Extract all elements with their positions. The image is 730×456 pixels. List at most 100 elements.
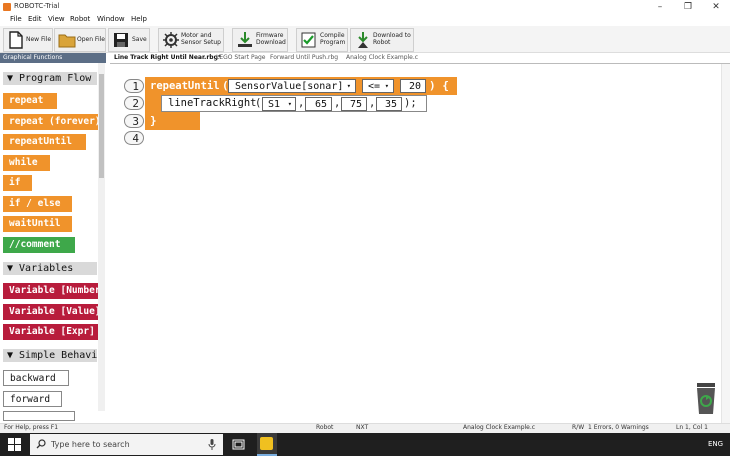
download-label-2: Robot — [373, 39, 391, 46]
trash-bin-icon[interactable] — [694, 383, 718, 415]
line-number: 3 — [124, 114, 144, 128]
line-number: 2 — [124, 96, 144, 110]
download-label-1: Download to — [373, 32, 411, 39]
task-view-icon[interactable] — [232, 438, 245, 451]
menu-help[interactable]: Help — [131, 15, 147, 23]
new-file-button[interactable]: New File — [3, 28, 53, 52]
func-close: ); — [404, 97, 417, 109]
block-if[interactable]: if — [3, 175, 32, 191]
minimize-button[interactable]: – — [646, 0, 674, 14]
operator-text: <= — [368, 81, 381, 92]
block-variable-expression[interactable]: Variable [Expr] — [3, 324, 98, 340]
block-if-else[interactable]: if / else — [3, 196, 72, 212]
firmware-download-button[interactable]: Firmware Download — [232, 28, 288, 52]
gear-icon — [163, 32, 179, 48]
speed-input-2[interactable]: 75 — [341, 97, 367, 111]
download-chip-icon — [238, 32, 252, 47]
port-dropdown[interactable]: S1 ▾ — [262, 97, 296, 111]
comma: , — [334, 97, 341, 109]
func-open-paren: ( — [255, 97, 262, 109]
chevron-down-icon: ▾ — [384, 82, 389, 90]
new-file-icon — [9, 31, 23, 49]
status-position: Ln 1, Col 1 — [676, 424, 708, 431]
port-text: S1 — [268, 99, 281, 110]
block-comment[interactable]: //comment — [3, 237, 75, 253]
motor-sensor-setup-button[interactable]: Motor and Sensor Setup — [158, 28, 224, 52]
menu-window[interactable]: Window — [97, 15, 125, 23]
category-simple-behaviors[interactable]: ▼ Simple Behavi — [3, 349, 97, 362]
block-while[interactable]: while — [3, 155, 50, 171]
block-variable-value[interactable]: Variable [Value] — [3, 304, 98, 320]
save-button[interactable]: Save — [108, 28, 150, 52]
threshold-input[interactable]: 20 — [400, 79, 426, 93]
tab-line-track-right[interactable]: Line Track Right Until Near.rbg* — [114, 54, 221, 61]
category-variables[interactable]: ▼ Variables — [3, 262, 97, 275]
motor-setup-label-2: Sensor Setup — [181, 39, 221, 46]
open-file-button[interactable]: Open File — [54, 28, 106, 52]
chevron-down-icon: ▾ — [287, 100, 292, 108]
search-placeholder: Type here to search — [51, 440, 130, 449]
status-platform: NXT — [356, 424, 369, 431]
status-file: Analog Clock Example.c — [463, 424, 536, 431]
download-to-robot-button[interactable]: Download to Robot — [350, 28, 414, 52]
editor-scrollbar[interactable] — [721, 64, 730, 423]
windows-start-icon[interactable] — [8, 438, 21, 451]
firmware-label-1: Firmware — [256, 32, 284, 39]
robotc-app-icon — [260, 437, 273, 450]
title-bar — [0, 0, 730, 14]
app-logo-icon — [3, 3, 11, 11]
category-program-flow[interactable]: ▼ Program Flow — [3, 72, 97, 85]
microphone-icon[interactable] — [208, 439, 216, 450]
block-variable-number[interactable]: Variable [Number] — [3, 283, 98, 299]
taskbar-app-robotc[interactable] — [257, 433, 277, 456]
maximize-button[interactable]: ❐ — [674, 0, 702, 14]
status-robot: Robot — [316, 424, 334, 431]
status-help: For Help, press F1 — [4, 424, 59, 431]
search-icon — [36, 439, 46, 449]
close-button[interactable]: ✕ — [702, 0, 730, 14]
repeat-until-keyword: repeatUntil — [150, 80, 220, 92]
firmware-label-2: Download — [256, 39, 286, 46]
open-file-label: Open File — [77, 36, 105, 43]
operator-dropdown[interactable]: <= ▾ — [362, 79, 394, 93]
status-errors: 1 Errors, 0 Warnings — [588, 424, 649, 431]
threshold-input-2[interactable]: 35 — [376, 97, 402, 111]
block-backward[interactable]: backward — [3, 370, 69, 386]
code-editor[interactable] — [110, 64, 720, 423]
sensor-value-text: SensorValue[sonar] — [235, 81, 344, 92]
tab-forward-until-push[interactable]: Forward Until Push.rbg — [270, 54, 338, 61]
block-wait-until[interactable]: waitUntil — [3, 216, 72, 232]
checkmark-document-icon — [301, 32, 316, 48]
floppy-disk-icon — [114, 33, 128, 47]
block-repeat[interactable]: repeat — [3, 93, 57, 109]
compile-program-button[interactable]: Compile Program — [296, 28, 348, 52]
tab-analog-clock[interactable]: Analog Clock Example.c — [346, 54, 418, 61]
comma: , — [298, 97, 305, 109]
compile-label-1: Compile — [320, 32, 345, 39]
status-mode: R/W — [572, 424, 585, 431]
menu-view[interactable]: View — [48, 15, 65, 23]
menu-edit[interactable]: Edit — [28, 15, 42, 23]
menu-robot[interactable]: Robot — [70, 15, 90, 23]
block-repeat-forever[interactable]: repeat (forever) — [3, 114, 98, 130]
menu-file[interactable]: File — [10, 15, 22, 23]
save-label: Save — [132, 36, 147, 43]
close-paren-brace: ) { — [429, 79, 449, 92]
block-repeat-until[interactable]: repeatUntil — [3, 134, 86, 150]
compile-label-2: Program — [320, 39, 346, 46]
speed-input-1[interactable]: 65 — [305, 97, 332, 111]
folder-icon — [58, 34, 76, 48]
line-number: 1 — [124, 79, 144, 93]
tab-lego-start-page[interactable]: LEGO Start Page — [216, 54, 266, 61]
panel-scrollbar-thumb[interactable] — [99, 74, 104, 178]
sensor-dropdown[interactable]: SensorValue[sonar] ▾ — [228, 79, 356, 93]
panel-header: Graphical Functions — [0, 53, 106, 63]
close-brace: } — [150, 114, 157, 127]
window-title: ROBOTC-Trial — [14, 2, 60, 10]
block-partial[interactable] — [3, 411, 75, 421]
block-forward[interactable]: forward — [3, 391, 62, 407]
robot-download-icon — [358, 32, 368, 48]
language-indicator[interactable]: ENG — [708, 440, 723, 448]
line-number: 4 — [124, 131, 144, 145]
repeat-until-block-side — [145, 95, 161, 113]
